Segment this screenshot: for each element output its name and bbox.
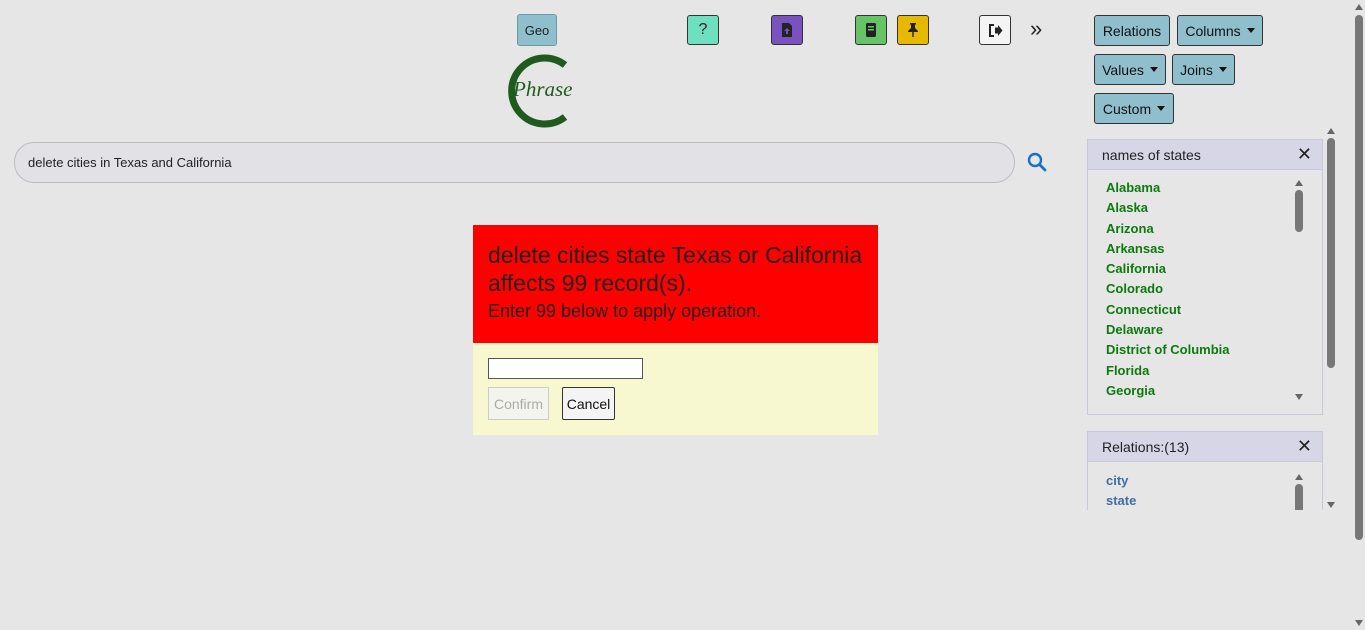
logo: Phrase	[497, 53, 579, 129]
columns-dropdown[interactable]: Columns	[1177, 15, 1263, 46]
list-item[interactable]: city	[1106, 471, 1136, 491]
upload-button[interactable]	[771, 15, 803, 45]
confirm-button[interactable]: Confirm	[488, 387, 549, 420]
scroll-down-icon[interactable]	[1295, 394, 1303, 400]
geo-button[interactable]: Geo	[517, 14, 557, 46]
logo-text: Phrase	[513, 77, 573, 101]
list-item[interactable]: Colorado	[1106, 279, 1230, 299]
list-item[interactable]: Alabama	[1106, 178, 1230, 198]
sign-out-icon	[988, 23, 1002, 37]
list-item[interactable]: Alaska	[1106, 198, 1230, 218]
close-icon[interactable]: ✕	[1297, 144, 1312, 165]
book-icon	[866, 23, 876, 37]
scroll-up-icon[interactable]	[1295, 474, 1303, 480]
cancel-button[interactable]: Cancel	[562, 387, 615, 420]
pin-icon	[908, 23, 918, 37]
scroll-up-icon[interactable]	[1327, 128, 1335, 134]
states-panel: names of states ✕ Alabama Alaska Arizona…	[1087, 139, 1323, 415]
columns-label: Columns	[1185, 22, 1241, 39]
joins-dropdown[interactable]: Joins	[1172, 54, 1235, 85]
search-input[interactable]: delete cities in Texas and California	[14, 142, 1015, 183]
confirm-dialog-message: delete cities state Texas or California …	[488, 242, 863, 296]
search-icon	[1027, 152, 1047, 172]
confirm-dialog-header: delete cities state Texas or California …	[473, 225, 878, 343]
list-item[interactable]: Florida	[1106, 361, 1230, 381]
joins-label: Joins	[1180, 61, 1213, 78]
states-panel-title: names of states	[1102, 146, 1201, 163]
list-item[interactable]: Georgia	[1106, 381, 1230, 401]
relations-button[interactable]: Relations	[1094, 15, 1170, 46]
confirm-dialog-instruction: Enter 99 below to apply operation.	[488, 301, 762, 321]
file-upload-icon	[782, 23, 792, 37]
scroll-thumb[interactable]	[1295, 484, 1303, 510]
logout-button[interactable]	[979, 15, 1011, 45]
relations-panel: Relations:(13) ✕ city state	[1087, 431, 1323, 510]
sidebar-scrollbar[interactable]	[1326, 128, 1336, 508]
confirm-count-input[interactable]	[488, 358, 643, 379]
custom-dropdown[interactable]: Custom	[1094, 93, 1174, 124]
scroll-up-icon[interactable]	[1355, 4, 1363, 10]
list-item[interactable]: Delaware	[1106, 320, 1230, 340]
relations-panel-title: Relations:(13)	[1102, 438, 1190, 455]
search-input-value: delete cities in Texas and California	[28, 155, 232, 170]
scroll-down-icon[interactable]	[1327, 502, 1335, 508]
scroll-thumb[interactable]	[1355, 15, 1363, 540]
caret-down-icon	[1149, 67, 1158, 72]
relations-scrollbar[interactable]	[1294, 474, 1304, 510]
book-button[interactable]	[855, 15, 887, 45]
list-item[interactable]: Arizona	[1106, 219, 1230, 239]
close-icon[interactable]: ✕	[1297, 436, 1312, 457]
confirm-dialog-body: Confirm Cancel	[473, 343, 878, 435]
states-scrollbar[interactable]	[1294, 180, 1304, 400]
custom-label: Custom	[1102, 100, 1152, 117]
caret-down-icon	[1157, 106, 1166, 111]
page-scrollbar[interactable]	[1353, 4, 1365, 628]
relations-list: city state	[1106, 471, 1136, 510]
scroll-thumb[interactable]	[1327, 138, 1335, 368]
search-button[interactable]	[1027, 152, 1049, 174]
pin-button[interactable]	[897, 15, 929, 45]
help-button[interactable]: ?	[687, 15, 719, 45]
list-item[interactable]: California	[1106, 259, 1230, 279]
caret-down-icon	[1218, 67, 1227, 72]
list-item[interactable]: Arkansas	[1106, 239, 1230, 259]
states-list: Alabama Alaska Arizona Arkansas Californ…	[1106, 178, 1230, 401]
scroll-up-icon[interactable]	[1295, 180, 1303, 186]
scroll-down-icon[interactable]	[1355, 620, 1363, 626]
scroll-thumb[interactable]	[1295, 190, 1303, 232]
help-icon: ?	[698, 21, 708, 38]
values-dropdown[interactable]: Values	[1094, 54, 1166, 85]
list-item[interactable]: Connecticut	[1106, 300, 1230, 320]
relations-label: Relations	[1102, 22, 1162, 39]
list-item[interactable]: state	[1106, 491, 1136, 510]
relations-panel-header: Relations:(13) ✕	[1088, 432, 1322, 462]
caret-down-icon	[1246, 28, 1255, 33]
values-label: Values	[1102, 61, 1144, 78]
list-item[interactable]: District of Columbia	[1106, 340, 1230, 360]
expand-more-button[interactable]: »	[1030, 14, 1042, 44]
states-panel-header: names of states ✕	[1088, 140, 1322, 170]
